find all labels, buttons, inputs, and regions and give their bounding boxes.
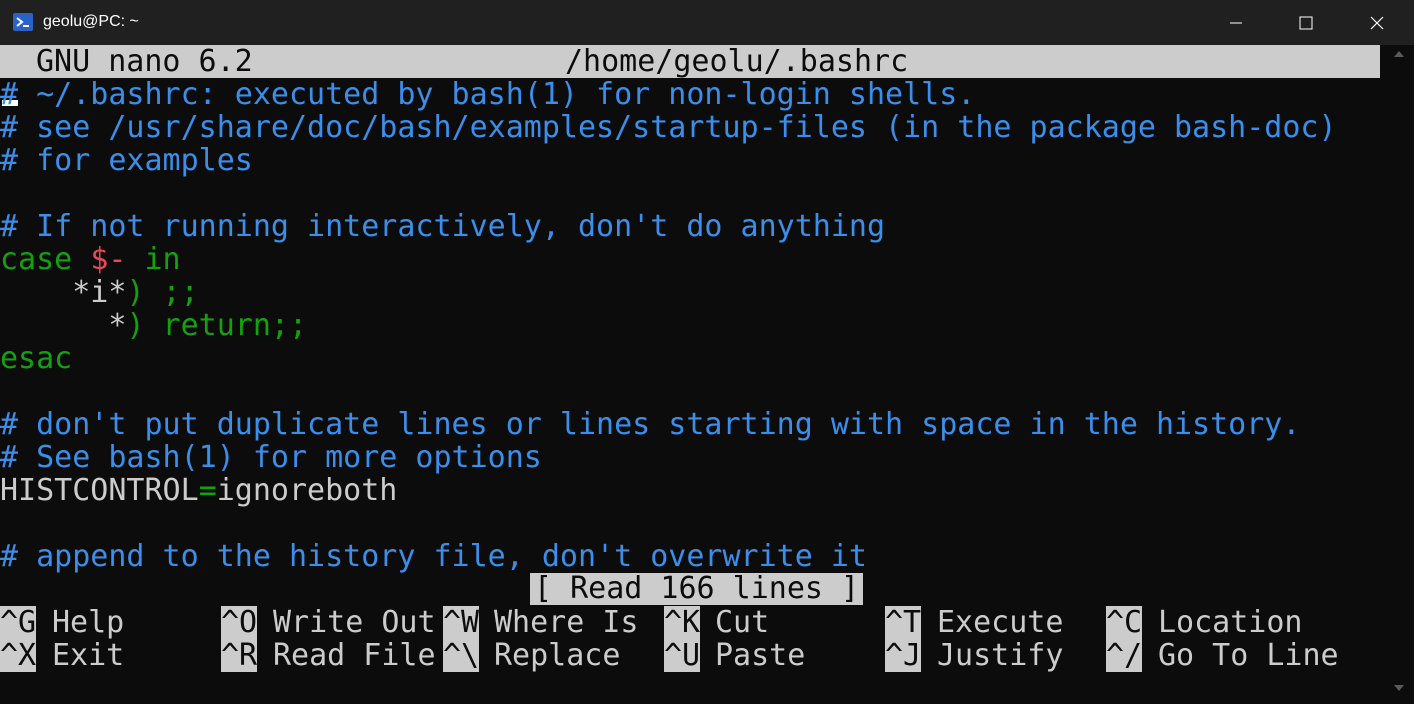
shortcut-label: Location — [1158, 605, 1303, 640]
shortcut-key: ^J — [885, 638, 922, 673]
return-statement: ) return;; — [126, 308, 308, 343]
status-message: [ Read 166 lines ] — [530, 573, 864, 605]
shortcut-label: Read File — [273, 638, 436, 673]
shortcut-label: Where Is — [494, 605, 639, 640]
shortcut-key: ^U — [664, 638, 701, 673]
shortcut-key: ^O — [221, 605, 258, 640]
scroll-down-arrow-icon[interactable] — [1394, 685, 1404, 691]
histcontrol-var: HISTCONTROL — [0, 473, 199, 508]
shortcut-key: ^K — [664, 605, 701, 640]
minimize-icon — [1230, 22, 1242, 23]
editor-line-6: case $- in — [0, 243, 181, 276]
shortcut-key: ^G — [0, 605, 37, 640]
editor-line-7: *i*) ;; — [0, 275, 199, 310]
nano-version: GNU nano 6.2 — [36, 44, 253, 79]
shortcut-key: ^X — [0, 638, 37, 673]
editor-line-11: # don't put duplicate lines or lines sta… — [0, 407, 1301, 442]
editor-line-15: # append to the history file, don't over… — [0, 539, 867, 574]
glob-pattern-star: * — [108, 308, 127, 343]
shortcut-label: Cut — [715, 605, 770, 640]
editor-line-12: # See bash(1) for more options — [0, 440, 542, 475]
close-icon — [1370, 16, 1384, 29]
shortcut-label: Exit — [52, 638, 125, 673]
editor-line-9: esac — [0, 341, 73, 376]
shortcut-label: Help — [52, 605, 125, 640]
close-button[interactable] — [1342, 0, 1412, 45]
assign-operator: = — [198, 473, 217, 508]
maximize-icon — [1299, 16, 1313, 29]
in-keyword: in — [126, 242, 181, 277]
glob-pattern-i: *i* — [72, 275, 127, 310]
editor-line-2: # see /usr/share/doc/bash/examples/start… — [0, 110, 1337, 145]
editor-line-3: # for examples — [0, 143, 253, 178]
nano-filename: /home/geolu/.bashrc — [565, 44, 909, 79]
shortcut-key: ^T — [885, 605, 922, 640]
shortcut-key: ^/ — [1106, 638, 1143, 673]
histcontrol-value: ignoreboth — [216, 473, 398, 508]
scroll-up-arrow-icon[interactable] — [1394, 51, 1404, 57]
nano-header-bar: GNU nano 6.2 /home/geolu/.bashrc — [0, 45, 1380, 78]
vertical-scrollbar[interactable] — [1384, 45, 1414, 704]
shortcut-label: Replace — [494, 638, 621, 673]
shortcut-label: Go To Line — [1158, 638, 1339, 673]
window-title: geolu@PC: ~ — [43, 13, 139, 30]
shortcut-key: ^W — [443, 605, 480, 640]
editor-line-8: *) return;; — [0, 309, 307, 342]
shortcut-key: ^R — [221, 638, 258, 673]
case-terminator: ) ;; — [126, 275, 199, 310]
shortcut-label: Write Out — [273, 605, 436, 640]
shortcut-key: ^\ — [443, 638, 480, 673]
powershell-icon — [12, 11, 34, 33]
editor-line-1: # ~/.bashrc: executed by bash(1) for non… — [0, 77, 976, 112]
case-keyword: case — [0, 242, 73, 277]
shortcut-label: Execute — [937, 605, 1064, 640]
terminal-area[interactable]: GNU nano 6.2 /home/geolu/.bashrc # ~/.ba… — [0, 45, 1384, 704]
window-title-bar: geolu@PC: ~ — [0, 0, 1414, 45]
shortcut-label: Justify — [937, 638, 1064, 673]
shortcut-label: Paste — [715, 638, 806, 673]
dollar-dash-variable: $- — [90, 242, 127, 277]
editor-line-5: # If not running interactively, don't do… — [0, 209, 886, 244]
minimize-button[interactable] — [1201, 0, 1271, 45]
shortcut-key: ^C — [1106, 605, 1143, 640]
maximize-button[interactable] — [1271, 0, 1341, 45]
editor-line-13: HISTCONTROL=ignoreboth — [0, 474, 397, 507]
